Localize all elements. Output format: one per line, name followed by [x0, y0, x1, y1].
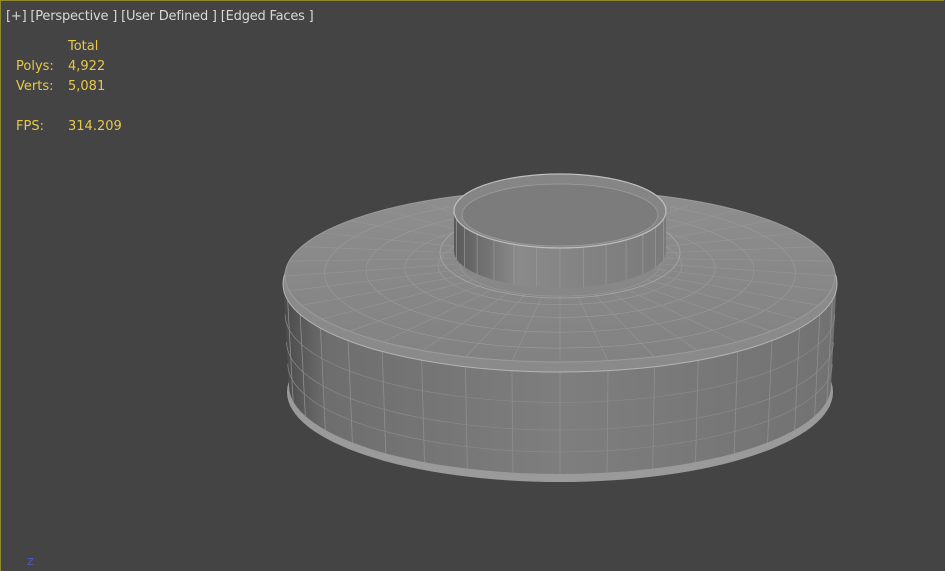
perspective-viewport[interactable]: [+] [Perspective ] [User Defined ] [Edge… [0, 0, 944, 571]
hub-inner-opening [461, 183, 659, 247]
mesh-geometry [282, 173, 838, 482]
axis-tripod-z: Z [27, 557, 34, 568]
cylinder-mesh-object[interactable] [1, 1, 944, 571]
